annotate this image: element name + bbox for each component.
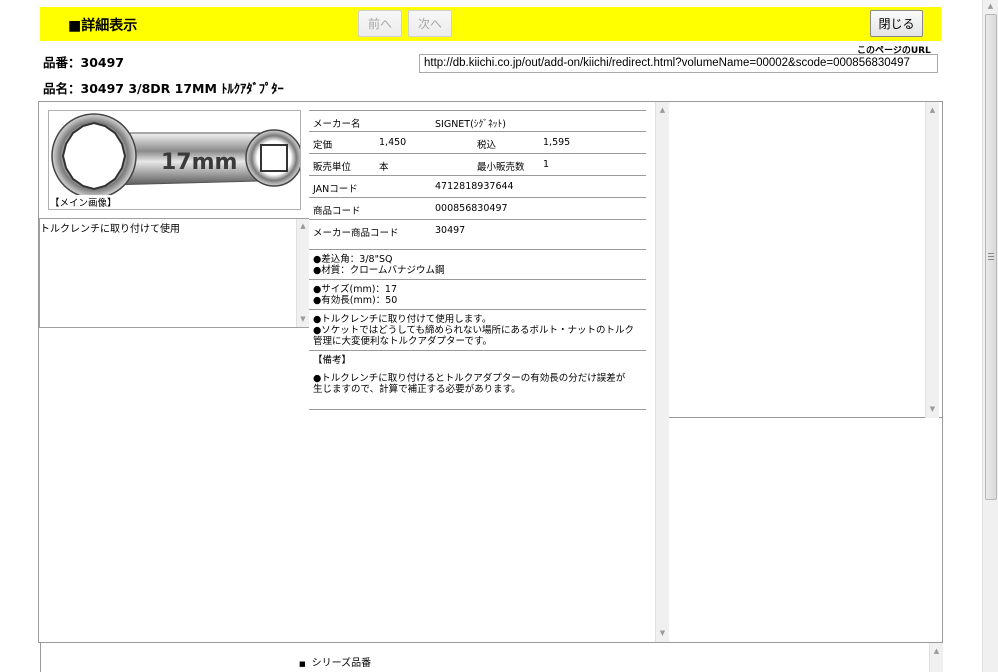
scrollbar-thumb[interactable] bbox=[985, 14, 997, 500]
spec-value: 4712818937644 bbox=[435, 181, 514, 192]
right-frame bbox=[669, 102, 942, 418]
spec-value: 000856830497 bbox=[435, 203, 508, 214]
scroll-down-icon[interactable]: ▼ bbox=[656, 629, 669, 638]
spec-label: 販売単位 bbox=[313, 162, 352, 173]
spec-value: 1,595 bbox=[543, 137, 571, 148]
description-scrollbar[interactable]: ▲ ▼ bbox=[296, 219, 309, 327]
spec-value: 本 bbox=[379, 162, 389, 173]
spec-value: 1 bbox=[543, 159, 550, 170]
grip-icon bbox=[988, 253, 994, 260]
main-image: 17mm 【メイン画像】 bbox=[48, 110, 301, 210]
spec-table: メーカー名 SIGNET(ｼｸﾞﾈｯﾄ) 定価 1,450 税込 1,595 販… bbox=[309, 110, 646, 410]
spec-value: SIGNET(ｼｸﾞﾈｯﾄ) bbox=[435, 119, 507, 130]
feature-line: ●材質：クロームバナジウム鋼 bbox=[313, 265, 445, 276]
spec-row-maker: メーカー名 SIGNET(ｼｸﾞﾈｯﾄ) bbox=[309, 110, 646, 132]
right-frame-scrollbar[interactable]: ▲ ▼ bbox=[925, 102, 939, 418]
scroll-up-icon[interactable]: ▲ bbox=[656, 106, 669, 115]
note-heading: 【備考】 bbox=[313, 355, 352, 366]
description-textarea[interactable]: トルクレンチに取り付けて使用 ▲ ▼ bbox=[39, 218, 309, 328]
product-number: 品番：30497 bbox=[43, 55, 124, 70]
spec-value: 30497 bbox=[435, 225, 466, 236]
prev-button[interactable]: 前へ bbox=[358, 10, 402, 37]
scroll-down-icon[interactable]: ▼ bbox=[926, 405, 939, 414]
series-item: ■ シリーズ品番 bbox=[299, 654, 371, 669]
page-url-field[interactable]: http://db.kiichi.co.jp/out/add-on/kiichi… bbox=[419, 54, 938, 73]
spec-label: 最小販売数 bbox=[477, 162, 525, 173]
close-button[interactable]: 閉じる bbox=[870, 10, 923, 37]
spec-label: 税込 bbox=[477, 140, 497, 151]
scroll-up-icon[interactable]: ▲ bbox=[297, 222, 309, 231]
spec-value: 1,450 bbox=[379, 137, 407, 148]
note-line: ●トルクレンチに取り付けるとトルクアダプターの有効長の分だけ誤差が bbox=[313, 373, 626, 384]
scroll-up-icon[interactable]: ▲ bbox=[926, 106, 939, 115]
detail-panel: 17mm 【メイン画像】 トルクレンチに取り付けて使用 ▲ ▼ メーカー名 SI… bbox=[38, 101, 943, 643]
spec-row-price: 定価 1,450 税込 1,595 bbox=[309, 132, 646, 154]
spec-scrollbar[interactable]: ▲ ▼ bbox=[655, 102, 669, 642]
feature-line: ●有効長(mm)：50 bbox=[313, 295, 398, 306]
spec-label: JANコード bbox=[313, 184, 358, 195]
scroll-up-icon[interactable]: ▲ bbox=[930, 647, 943, 656]
spec-row-unit: 販売単位 本 最小販売数 1 bbox=[309, 154, 646, 176]
product-name: 品名：30497 3/8DR 17MM ﾄﾙｸｱﾀﾞﾌﾟﾀｰ bbox=[43, 81, 284, 96]
feature-line: ●サイズ(mm)：17 bbox=[313, 284, 398, 295]
spec-row-jan: JANコード 4712818937644 bbox=[309, 176, 646, 198]
series-frame: ■ シリーズ品番 ▲ bbox=[40, 643, 943, 672]
image-engraving: 17mm bbox=[161, 150, 237, 175]
spec-row-code: 商品コード 000856830497 bbox=[309, 198, 646, 220]
feature-block-1: ●差込角：3/8"SQ ●材質：クロームバナジウム鋼 bbox=[309, 250, 646, 280]
spec-label: メーカー名 bbox=[313, 119, 361, 130]
scroll-down-icon[interactable]: ▼ bbox=[297, 315, 309, 324]
image-caption: 【メイン画像】 bbox=[50, 195, 117, 209]
next-button[interactable]: 次へ bbox=[408, 10, 452, 37]
feature-line: 管理に大変便利なトルクアダプターです。 bbox=[313, 336, 492, 347]
feature-line: ●ソケットではどうしても締められない場所にあるボルト・ナットのトルク bbox=[313, 325, 635, 336]
spec-row-maker-code: メーカー商品コード 30497 bbox=[309, 220, 646, 250]
feature-block-3: ●トルクレンチに取り付けて使用します。 ●ソケットではどうしても締められない場所… bbox=[309, 310, 646, 351]
description-text: トルクレンチに取り付けて使用 bbox=[40, 224, 180, 235]
spec-label: 定価 bbox=[313, 140, 333, 151]
spec-label: メーカー商品コード bbox=[313, 228, 399, 239]
series-label: シリーズ品番 bbox=[311, 658, 372, 669]
note-line: 生じますので、計算で補正する必要があります。 bbox=[313, 384, 521, 395]
feature-line: ●差込角：3/8"SQ bbox=[313, 254, 393, 265]
feature-line: ●トルクレンチに取り付けて使用します。 bbox=[313, 314, 492, 325]
note-block: 【備考】 ●トルクレンチに取り付けるとトルクアダプターの有効長の分だけ誤差が 生… bbox=[309, 351, 646, 410]
series-scrollbar[interactable]: ▲ bbox=[929, 643, 943, 672]
feature-block-2: ●サイズ(mm)：17 ●有効長(mm)：50 bbox=[309, 280, 646, 310]
bullet-icon: ■ bbox=[299, 660, 306, 668]
scroll-up-icon[interactable]: ▲ bbox=[983, 2, 998, 11]
page-scrollbar[interactable]: ▲ bbox=[982, 0, 998, 672]
toolbar: ■詳細表示 前へ 次へ 閉じる bbox=[40, 7, 941, 41]
page-title: ■詳細表示 bbox=[68, 18, 138, 34]
spec-label: 商品コード bbox=[313, 206, 361, 217]
